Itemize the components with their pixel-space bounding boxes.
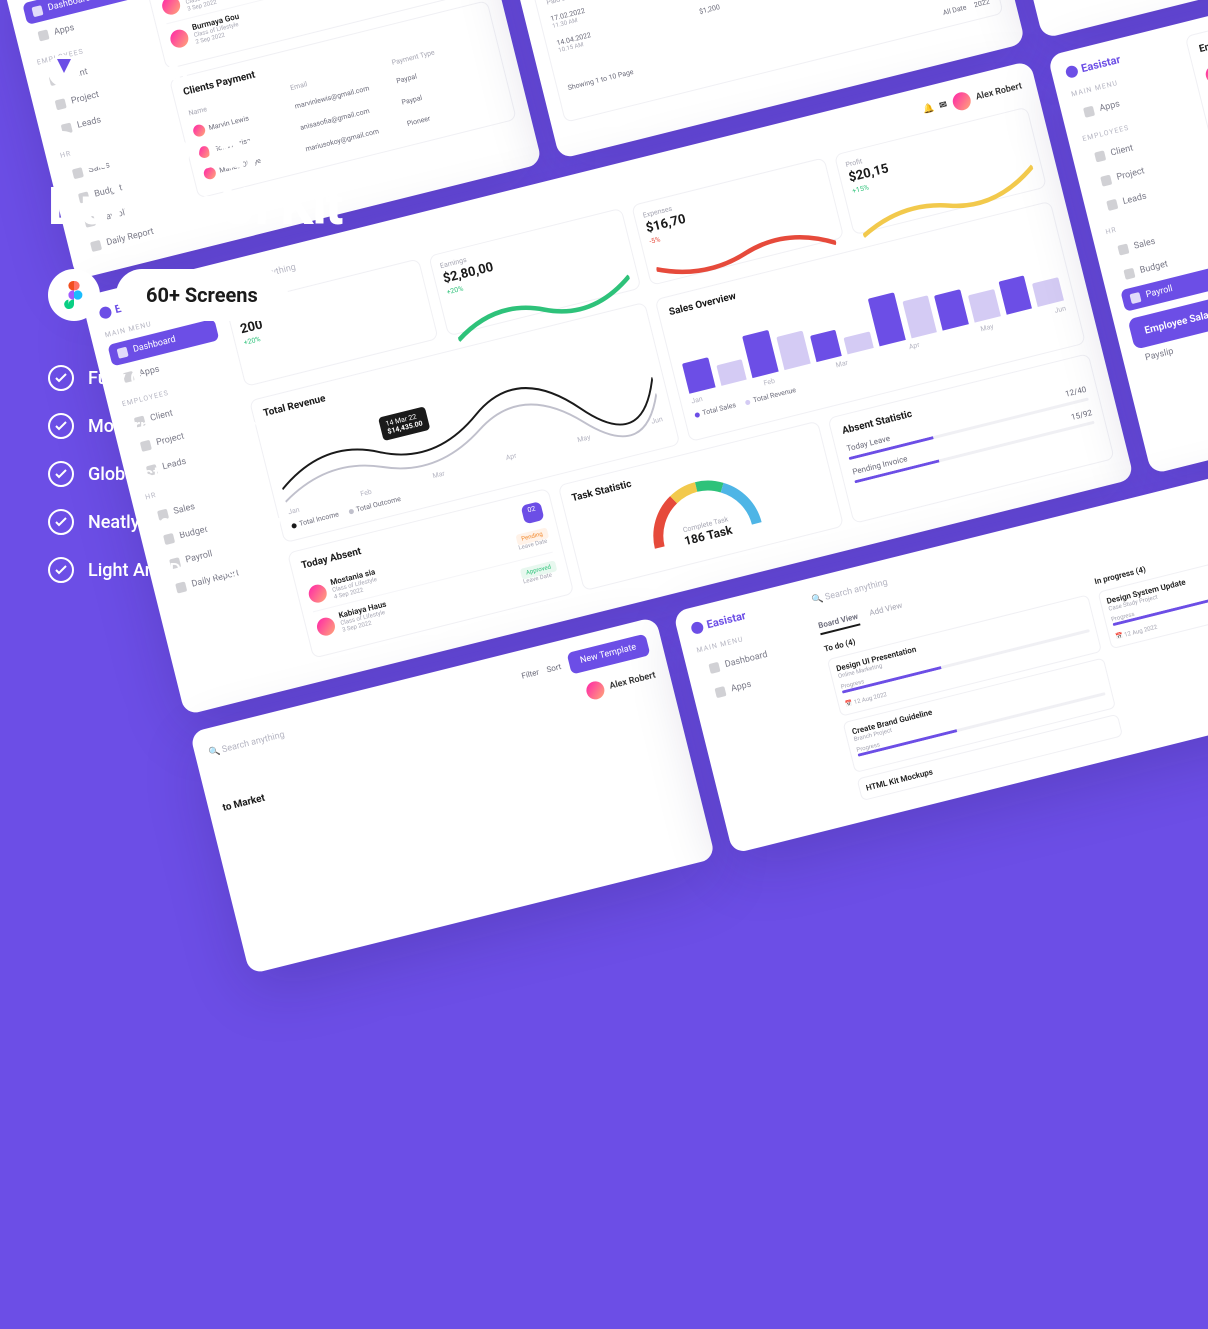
feature-item: Global style guide [48,461,342,487]
bar [716,359,747,386]
bar [1032,277,1064,307]
brand-name: Easistar [90,54,192,87]
grid-icon [31,5,43,17]
avatar [307,582,329,604]
check-icon [48,413,74,439]
bar [682,357,716,394]
bar [934,289,969,331]
avatar [951,90,973,112]
bar [902,295,937,339]
screens-badge: 60+ Screens [116,269,288,321]
bar [868,292,906,346]
bar [742,329,778,378]
date-filter[interactable]: All Date [942,3,967,17]
mail-icon[interactable]: ✉ [938,100,948,112]
feature-item: Neatly & organized layer [48,509,342,535]
avatar [168,27,190,49]
filter-button[interactable]: Filter [520,667,540,680]
year-filter[interactable]: 2022 [973,0,990,9]
feature-item: Light And Dark Mode [48,557,342,583]
board-view-tab[interactable]: Board View [817,612,860,635]
check-icon [48,461,74,487]
bell-icon[interactable]: 🔔 [922,103,935,115]
logo-icon [48,55,80,87]
new-template-button[interactable]: New Template [566,634,650,675]
bar [810,330,842,362]
avatar [1204,63,1208,85]
bar [968,289,1001,323]
avatar [160,0,182,16]
avatar [315,615,337,637]
add-view-button[interactable]: Add View [868,601,904,623]
sort-button[interactable]: Sort [546,662,563,674]
feature-item: Fully Customizable [48,365,342,391]
feature-item: Modern layout design [48,413,342,439]
search-input[interactable]: 🔍 Search anything [811,578,889,606]
headline: DashboardBuilder UI Kit [48,123,342,235]
bar [998,276,1032,315]
figma-badge [48,269,100,321]
apps-icon [37,29,49,41]
brand-logo: Easistar [48,54,342,87]
bar [776,331,810,370]
check-icon [48,365,74,391]
check-icon [48,557,74,583]
bar [844,331,874,354]
feature-list: Fully Customizable Modern layout design Gl… [48,365,342,583]
search-input[interactable]: 🔍 Search anything [208,730,286,758]
check-icon [48,509,74,535]
figma-icon [64,281,84,309]
